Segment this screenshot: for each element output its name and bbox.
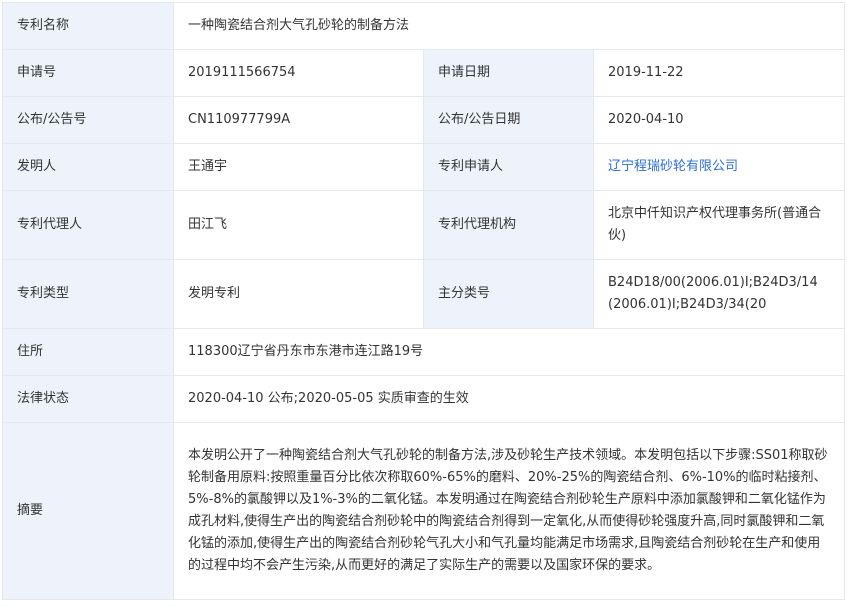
label-application-number: 申请号 [2,49,174,97]
label-patent-type: 专利类型 [2,259,174,329]
value-patent-type: 发明专利 [173,259,424,329]
label-publication-number: 公布/公告号 [2,96,174,144]
label-publication-date: 公布/公告日期 [423,96,594,144]
row-type: 专利类型 发明专利 主分类号 B24D18/00(2006.01)I;B24D3… [2,259,846,329]
label-patent-name: 专利名称 [2,2,174,50]
value-publication-number: CN110977799A [173,96,424,144]
row-address: 住所 118300辽宁省丹东市东港市连江路19号 [2,328,846,376]
value-applicant-cell: 辽宁程瑞砂轮有限公司 [592,143,846,191]
row-legal-status: 法律状态 2020-04-10 公布;2020-05-05 实质审查的生效 [2,375,846,423]
label-abstract: 摘要 [2,422,174,600]
value-main-class: B24D18/00(2006.01)I;B24D3/14(2006.01)I;B… [592,259,846,329]
value-patent-name: 一种陶瓷结合剂大气孔砂轮的制备方法 [172,2,846,50]
patent-info-table: 专利名称 一种陶瓷结合剂大气孔砂轮的制备方法 申请号 2019111566754… [2,2,846,600]
row-inventor: 发明人 王通宇 专利申请人 辽宁程瑞砂轮有限公司 [2,143,846,191]
row-abstract: 摘要 本发明公开了一种陶瓷结合剂大气孔砂轮的制备方法,涉及砂轮生产技术领域。本发… [2,422,846,600]
value-abstract: 本发明公开了一种陶瓷结合剂大气孔砂轮的制备方法,涉及砂轮生产技术领域。本发明包括… [172,422,846,600]
label-inventor: 发明人 [2,143,174,191]
value-inventor: 王通宇 [173,143,424,191]
row-application: 申请号 2019111566754 申请日期 2019-11-22 [2,49,846,97]
label-main-class: 主分类号 [423,259,594,329]
value-address: 118300辽宁省丹东市东港市连江路19号 [172,328,846,376]
row-title: 专利名称 一种陶瓷结合剂大气孔砂轮的制备方法 [2,2,846,50]
label-agency: 专利代理机构 [423,190,594,260]
applicant-link[interactable]: 辽宁程瑞砂轮有限公司 [608,159,738,174]
value-publication-date: 2020-04-10 [592,96,846,144]
value-application-date: 2019-11-22 [592,49,846,97]
value-agency: 北京中仟知识产权代理事务所(普通合伙) [592,190,846,260]
label-address: 住所 [2,328,174,376]
row-publication: 公布/公告号 CN110977799A 公布/公告日期 2020-04-10 [2,96,846,144]
row-agent: 专利代理人 田江飞 专利代理机构 北京中仟知识产权代理事务所(普通合伙) [2,190,846,260]
value-legal-status: 2020-04-10 公布;2020-05-05 实质审查的生效 [172,375,846,423]
label-application-date: 申请日期 [423,49,594,97]
value-agent: 田江飞 [173,190,424,260]
value-application-number: 2019111566754 [173,49,424,97]
label-agent: 专利代理人 [2,190,174,260]
label-applicant: 专利申请人 [423,143,594,191]
label-legal-status: 法律状态 [2,375,174,423]
